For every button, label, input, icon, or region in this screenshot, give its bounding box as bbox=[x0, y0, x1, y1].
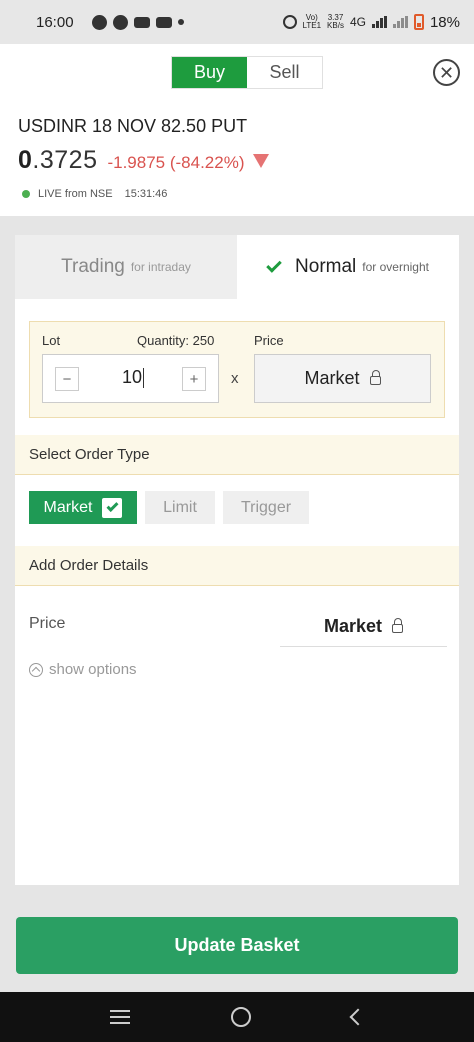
close-button[interactable]: ✕ bbox=[433, 59, 460, 86]
recent-apps-icon[interactable] bbox=[110, 1010, 131, 1024]
more-dot-icon bbox=[177, 19, 184, 25]
lot-increment-button[interactable]: + bbox=[182, 367, 206, 391]
notification-icons bbox=[91, 14, 184, 30]
ltp-integer: 0 bbox=[18, 146, 33, 174]
home-icon[interactable] bbox=[230, 1007, 251, 1027]
tab-normal-label: Normal bbox=[295, 256, 357, 277]
network-type: 4G bbox=[349, 15, 366, 29]
sell-button[interactable]: Sell bbox=[247, 57, 322, 88]
alarm-icon bbox=[282, 15, 297, 29]
instrument-name: USDINR 18 NOV 82.50 PUT bbox=[18, 116, 248, 136]
order-type-market[interactable]: Market bbox=[29, 491, 137, 524]
order-type-trigger-label: Trigger bbox=[240, 498, 292, 516]
show-options-link[interactable]: show options bbox=[29, 661, 137, 678]
message-icon bbox=[112, 14, 128, 30]
signal-icon-2 bbox=[392, 16, 408, 28]
price-field: Market bbox=[254, 354, 431, 403]
signal-icon bbox=[371, 16, 387, 28]
order-panel: Trading for intraday Normal for overnigh… bbox=[15, 235, 459, 885]
order-type-heading-text: Select Order Type bbox=[29, 446, 150, 463]
order-type-limit-label: Limit bbox=[163, 498, 197, 516]
tab-normal[interactable]: Normal for overnight bbox=[237, 235, 459, 299]
tab-trading[interactable]: Trading for intraday bbox=[15, 235, 237, 299]
network-speed: 3.37 KB/s bbox=[327, 14, 344, 30]
back-icon[interactable] bbox=[349, 1008, 367, 1026]
order-type-limit[interactable]: Limit bbox=[145, 491, 215, 524]
order-details-heading: Add Order Details bbox=[15, 546, 459, 586]
tab-normal-sub: for overnight bbox=[362, 260, 429, 274]
price-field-value: Market bbox=[304, 368, 360, 388]
status-time: 16:00 bbox=[36, 13, 74, 31]
chevron-up-circle-icon bbox=[29, 662, 43, 677]
battery-icon bbox=[413, 14, 424, 30]
order-quantity-box: Lot Quantity: 250 Price − 10 + x Market bbox=[29, 321, 445, 418]
lot-input[interactable]: 10 bbox=[113, 367, 153, 389]
lock-icon bbox=[369, 370, 381, 385]
multiply-sign: x bbox=[231, 370, 239, 387]
ltp-decimal: .3725 bbox=[32, 146, 98, 174]
live-label: LIVE from NSE bbox=[38, 188, 113, 200]
lot-value: 10 bbox=[121, 367, 143, 387]
close-icon: ✕ bbox=[438, 62, 455, 83]
lot-stepper: − 10 + bbox=[42, 354, 219, 403]
tab-trading-sub: for intraday bbox=[130, 260, 191, 274]
whatsapp-icon bbox=[91, 14, 107, 30]
arrow-down-icon bbox=[252, 154, 269, 168]
price-label: Price bbox=[254, 333, 284, 348]
buy-sell-toggle: Buy Sell bbox=[171, 56, 323, 89]
price-row: 0.3725 -1.9875 (-84.22%) bbox=[18, 146, 269, 175]
status-bar: 16:00 Vo) LTE1 3.37 KB/s 4G 18% bbox=[0, 0, 474, 44]
lot-decrement-button[interactable]: − bbox=[55, 367, 79, 391]
lot-label: Lot bbox=[42, 333, 61, 348]
order-type-market-label: Market bbox=[43, 498, 93, 516]
details-price-label: Price bbox=[29, 615, 66, 632]
status-right: Vo) LTE1 3.37 KB/s 4G 18% bbox=[282, 13, 460, 31]
show-options-label: show options bbox=[49, 661, 137, 678]
system-nav-bar bbox=[0, 992, 474, 1042]
update-basket-button[interactable]: Update Basket bbox=[16, 917, 458, 974]
last-traded-price: 0.3725 bbox=[18, 146, 97, 175]
battery-percent: 18% bbox=[429, 13, 460, 31]
details-price-field: Market bbox=[280, 607, 447, 647]
details-price-value: Market bbox=[323, 616, 383, 636]
order-details-heading-text: Add Order Details bbox=[29, 557, 149, 574]
tab-trading-label: Trading bbox=[61, 256, 125, 277]
volte-bottom: LTE1 bbox=[302, 21, 322, 30]
order-type-trigger[interactable]: Trigger bbox=[223, 491, 309, 524]
checkmark-icon bbox=[266, 257, 282, 273]
quantity-label: Quantity: 250 bbox=[137, 333, 215, 348]
lock-icon-2 bbox=[392, 618, 404, 633]
live-status: LIVE from NSE 15:31:46 bbox=[22, 188, 167, 200]
checkbox-checked-icon bbox=[102, 497, 123, 518]
live-time: 15:31:46 bbox=[124, 188, 168, 200]
network-speed-unit: KB/s bbox=[327, 21, 344, 30]
volte-indicator: Vo) LTE1 bbox=[303, 14, 322, 30]
text-caret bbox=[143, 368, 145, 389]
live-dot-icon bbox=[22, 190, 30, 198]
buy-button[interactable]: Buy bbox=[172, 57, 247, 88]
price-change: -1.9875 (-84.22%) bbox=[107, 153, 245, 172]
order-type-heading: Select Order Type bbox=[15, 435, 459, 475]
youtube-icon-2 bbox=[155, 16, 172, 28]
youtube-icon bbox=[133, 16, 150, 28]
